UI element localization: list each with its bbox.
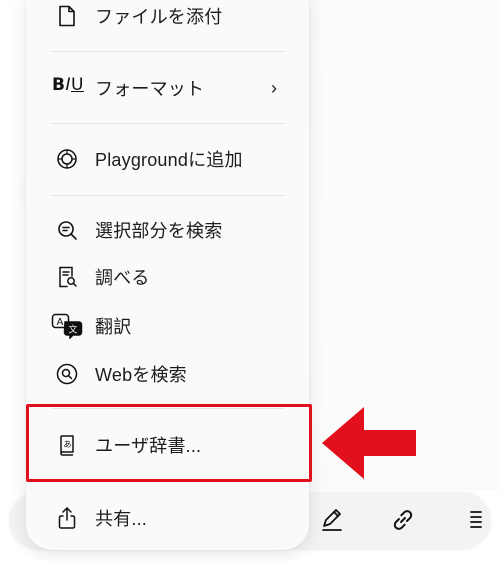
document-icon (54, 3, 80, 29)
menu-item-search-selection[interactable]: 選択部分を検索 (26, 208, 309, 252)
translate-icon: A 文 (51, 313, 83, 339)
chevron-right-icon: › (271, 77, 277, 98)
menu-item-share[interactable]: 共有... (26, 496, 309, 540)
menu-item-search-web[interactable]: Webを検索 (26, 352, 309, 396)
red-arrow-icon (322, 407, 416, 479)
menu-item-add-to-playground[interactable]: Playgroundに追加 (26, 137, 309, 181)
link-icon[interactable] (387, 504, 419, 536)
svg-text:A: A (57, 317, 64, 328)
playground-icon (54, 146, 80, 172)
menu-item-format[interactable]: BIU フォーマット › (26, 66, 309, 110)
menu-item-label: フォーマット (95, 79, 205, 99)
share-icon (54, 505, 80, 531)
menu-item-label: 調べる (95, 268, 150, 288)
menu-item-translate[interactable]: A 文 翻訳 (26, 304, 309, 348)
highlight-box (26, 404, 312, 482)
svg-text:文: 文 (69, 324, 78, 336)
menu-item-attach-file[interactable]: ファイルを添付 (26, 0, 309, 38)
menu-divider (52, 195, 284, 196)
list-icon[interactable] (460, 504, 492, 536)
menu-item-label: 翻訳 (95, 317, 132, 337)
menu-item-label: Webを検索 (95, 365, 187, 385)
web-search-icon (54, 361, 80, 387)
menu-divider (52, 123, 284, 124)
menu-divider (52, 51, 284, 52)
menu-item-label: ファイルを添付 (95, 7, 223, 27)
biu-format-icon: BIU (52, 75, 84, 95)
magnifier-lines-icon (54, 217, 80, 243)
pen-icon[interactable] (316, 504, 348, 536)
menu-item-label: 共有... (95, 509, 148, 529)
menu-item-look-up[interactable]: 調べる (26, 255, 309, 299)
lookup-icon (54, 264, 80, 290)
menu-item-label: 選択部分を検索 (95, 221, 223, 241)
menu-item-label: Playgroundに追加 (95, 150, 243, 170)
